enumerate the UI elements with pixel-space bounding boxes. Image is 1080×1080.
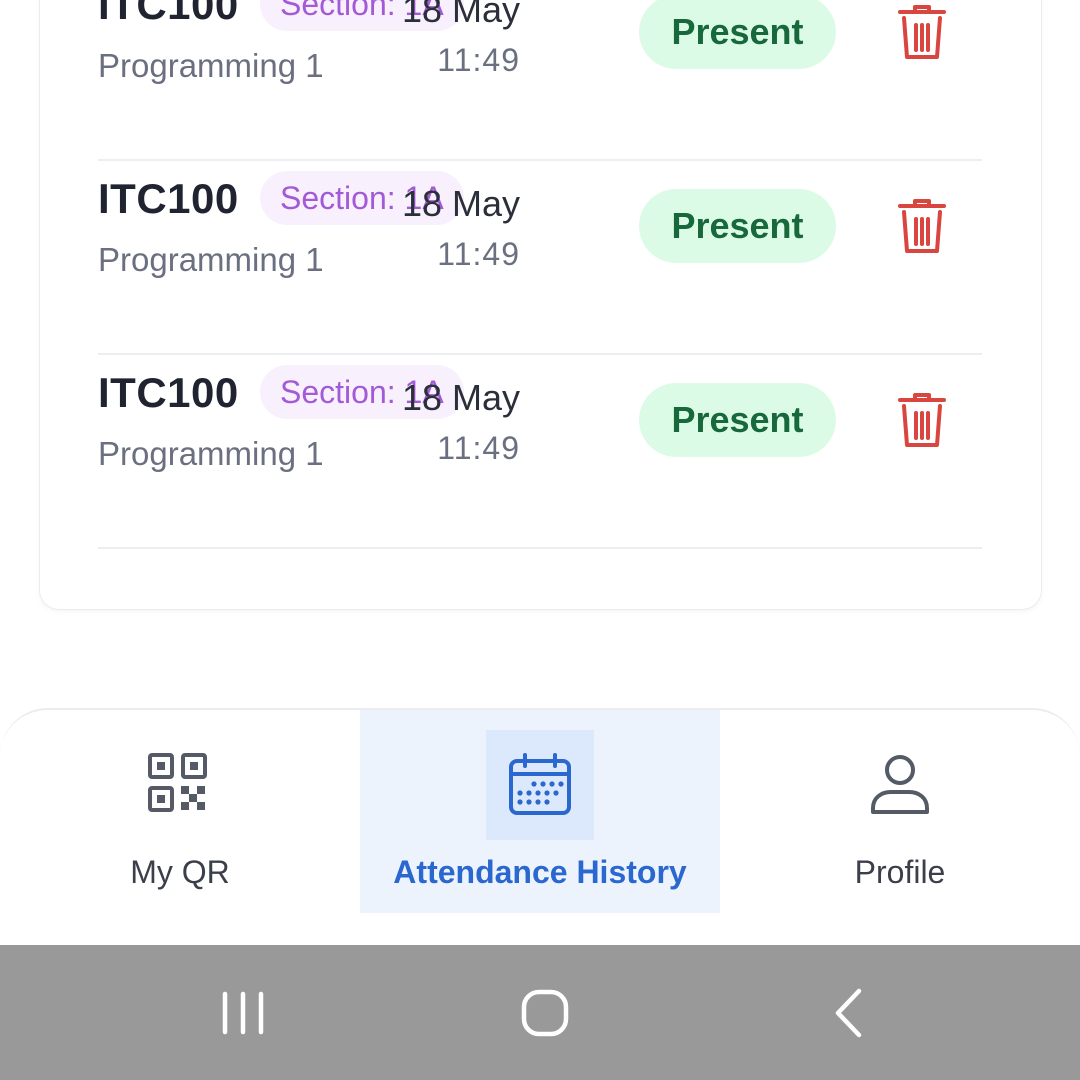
record-time: 11:49: [437, 430, 520, 466]
status-badge: Present: [639, 189, 836, 263]
record-date: 18 May: [401, 183, 520, 224]
nav-item-profile[interactable]: Profile: [720, 710, 1080, 913]
attendance-record: ITC100 Section: 1A Programming 1 18 May …: [98, 355, 982, 549]
course-code: ITC100: [98, 0, 239, 28]
nav-item-my-qr[interactable]: My QR: [0, 710, 360, 913]
course-code: ITC100: [98, 175, 239, 222]
record-date: 18 May: [401, 0, 520, 30]
record-time: 11:49: [437, 236, 520, 272]
delete-button[interactable]: [896, 3, 948, 61]
attendance-record: ITC100 Section: 1A Programming 1 18 May …: [98, 0, 982, 161]
nav-label: Profile: [854, 854, 946, 890]
course-code: ITC100: [98, 369, 239, 416]
status-badge: Present: [639, 383, 836, 457]
nav-label: Attendance History: [393, 854, 687, 890]
nav-item-attendance-history[interactable]: Attendance History: [360, 710, 720, 913]
course-name: Programming 1: [98, 241, 324, 278]
record-time: 11:49: [437, 42, 520, 78]
back-icon: [835, 988, 862, 1038]
attendance-record: ITC100 Section: 1A Programming 1 18 May …: [98, 161, 982, 355]
recent-apps-icon: [222, 991, 264, 1035]
home-icon: [521, 989, 569, 1037]
trash-icon: [898, 393, 946, 447]
delete-button[interactable]: [896, 391, 948, 449]
calendar-icon: [509, 753, 571, 815]
course-name: Programming 1: [98, 435, 324, 472]
bottom-navigation: My QR Attendance History Profile: [0, 708, 1080, 945]
person-icon: [871, 755, 929, 814]
course-name: Programming 1: [98, 47, 324, 84]
delete-button[interactable]: [896, 197, 948, 255]
status-badge: Present: [639, 0, 836, 69]
qr-code-icon: [148, 753, 207, 812]
system-navigation-bar: [0, 945, 1080, 1080]
trash-icon: [898, 5, 946, 59]
record-date: 18 May: [401, 377, 520, 418]
trash-icon: [898, 199, 946, 253]
nav-label: My QR: [130, 854, 230, 890]
recent-apps-button[interactable]: [208, 978, 278, 1048]
home-button[interactable]: [510, 978, 580, 1048]
back-button[interactable]: [813, 978, 883, 1048]
